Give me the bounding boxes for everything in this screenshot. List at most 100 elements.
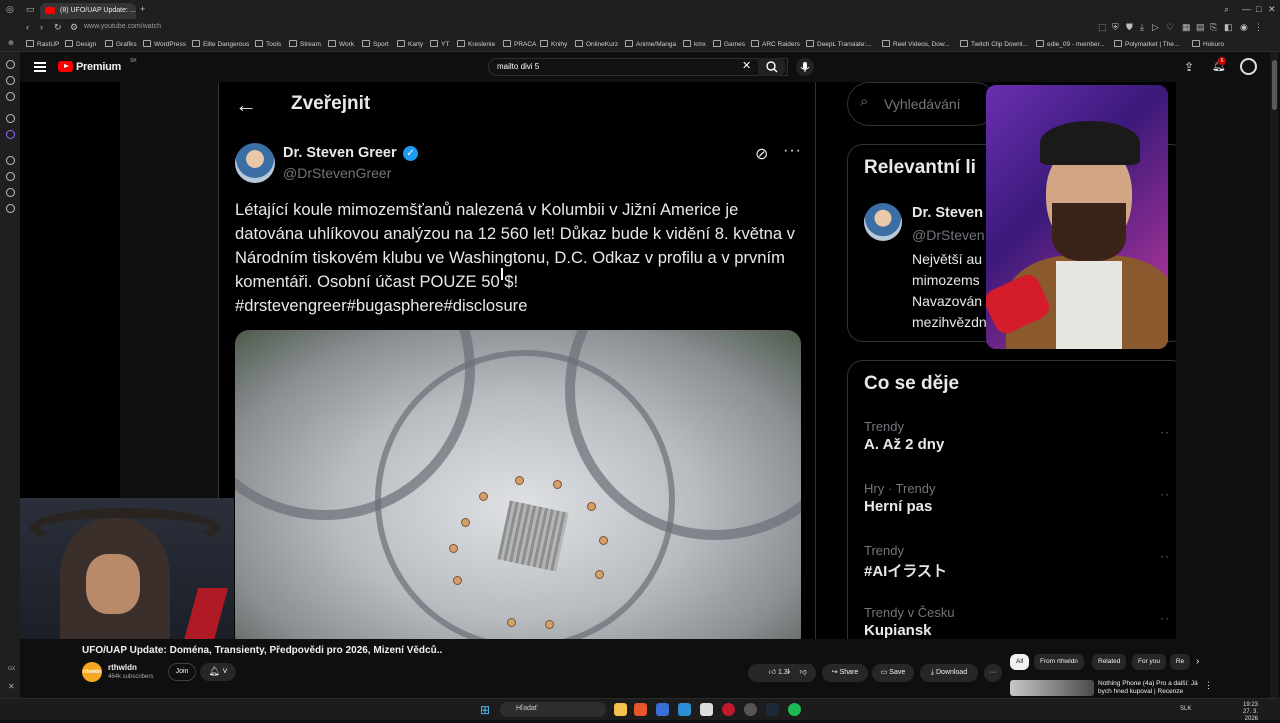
bookmark-item[interactable]: Design [65,40,96,48]
download-button[interactable]: ⤓ Download [920,664,978,682]
bookmark-item[interactable]: Grafiks [105,40,137,48]
channel-avatar[interactable]: rthwldn [82,662,102,682]
more-actions-button[interactable]: ··· [984,664,1002,682]
sidebar-app-icon[interactable] [6,76,15,85]
minimize-icon[interactable]: — [1242,5,1251,14]
youtube-logo-icon[interactable] [58,61,73,72]
channel-name[interactable]: rthwldn [108,663,137,672]
bookmark-item[interactable]: Anime/Manga [625,40,676,48]
sidebar-app-icon[interactable] [6,172,15,181]
bookmark-item[interactable]: Polymarket | The... [1114,40,1179,48]
bookmark-item[interactable]: ARC Raiders [751,40,800,48]
sidebar-app-icon[interactable] [6,60,15,69]
create-upload-icon[interactable]: ⇪ [1184,60,1194,74]
clear-search-icon[interactable]: ✕ [742,59,751,72]
browser-menu-icon[interactable]: ◎ [6,5,14,14]
extensions-icon[interactable]: ▦ [1182,23,1191,32]
app-icon[interactable] [678,703,691,716]
bookmark-item[interactable]: Tools [255,40,281,48]
bookmark-item[interactable]: Twitch Clip Downl... [960,40,1028,48]
vpn-icon[interactable]: ⛨ [1112,23,1119,32]
back-icon[interactable]: ‹ [26,23,29,32]
bookmark-item[interactable]: Sport [362,40,389,48]
bookmark-item[interactable]: Kreslenie [457,40,495,48]
bookmark-item[interactable]: edie_09 - member... [1036,40,1105,48]
bookmark-item[interactable]: Reel Videos, Dow... [882,40,950,48]
bookmark-item[interactable]: OnlineKurz [575,40,618,48]
opera-gx-icon[interactable] [722,703,735,716]
browser-tab-active[interactable]: (8) UFO/UAP Update: ... [40,3,136,19]
site-info-icon[interactable]: ⚙ [70,23,78,32]
settings-icon[interactable]: ⋮ [1254,23,1263,32]
chip-more[interactable]: Re [1170,654,1190,670]
bookmark-item[interactable]: Stream [289,40,321,48]
bookmark-item[interactable]: Elite Dangerous [192,40,249,48]
chips-next-arrow-icon[interactable]: › [1196,656,1199,667]
start-windows-icon[interactable]: ⊞ [480,703,490,717]
account-avatar[interactable] [1240,58,1257,75]
close-window-icon[interactable]: ✕ [1268,5,1276,14]
heart-icon[interactable]: ♡ [1166,23,1174,32]
bookmark-item[interactable]: Hokuro [1192,40,1224,48]
download-bar-icon[interactable]: ⤓ [1140,23,1144,32]
chip-for-you[interactable]: For you [1132,654,1167,670]
bookmark-item[interactable]: WordPress [143,40,186,48]
bookmark-item[interactable]: YT [430,40,449,48]
search-input[interactable] [497,62,747,71]
sidebar-twitch-icon[interactable] [6,130,15,139]
bookmark-item[interactable]: kmx [683,40,706,48]
share-button[interactable]: ↪ Share [822,664,868,682]
recommended-title[interactable]: Nothing Phone (4a) Pro a další: Já bych … [1098,680,1202,696]
obs-icon[interactable] [744,703,757,716]
bookmark-item[interactable]: DeepL Translate:... [806,40,872,48]
sidebar-app-icon[interactable] [6,156,15,165]
video-player[interactable]: ← Zveřejnit Dr. Steven Greer ✓ @DrSteven… [20,82,1176,639]
sidebar-app-icon[interactable] [6,92,15,101]
bookmark-item[interactable]: Work [328,40,354,48]
address-url[interactable]: www.youtube.com/watch [84,23,161,30]
page-scrollbar-thumb[interactable] [1272,60,1277,110]
app-icon[interactable] [700,703,713,716]
bookmark-item[interactable]: RastUP [26,40,59,48]
file-explorer-icon[interactable] [614,703,627,716]
search-button[interactable] [758,58,786,76]
recommended-more-icon[interactable]: ⋮ [1204,680,1213,691]
shield-icon[interactable]: ⛊ [1126,23,1133,32]
tab-overview-icon[interactable]: ▭ [26,5,35,14]
app-icon[interactable] [656,703,669,716]
sidebar-app-icon[interactable] [6,204,15,213]
bookmark-item[interactable]: Karty [397,40,423,48]
save-button[interactable]: ▭ Save [872,664,914,682]
easy-files-icon[interactable]: ▤ [1196,23,1205,32]
bookmark-item[interactable]: Knihy [540,40,567,48]
join-button[interactable]: Join [168,663,196,681]
apps-icon[interactable]: ⊕ [8,40,14,47]
spotify-icon[interactable] [788,703,801,716]
taskbar-search[interactable]: Hľadať [500,702,606,717]
subscription-bell-button[interactable]: 🔔︎ ˅ [200,663,236,681]
hamburger-menu-icon[interactable] [34,62,46,72]
extension-icon[interactable]: ⬚ [1098,23,1107,32]
chip-all[interactable]: All [1010,654,1030,670]
side-close-icon[interactable]: ✕ [8,682,15,691]
media-icon[interactable]: ▷ [1152,23,1159,32]
reload-icon[interactable]: ↻ [54,23,62,32]
maximize-icon[interactable]: □ [1256,5,1261,14]
keyboard-language[interactable]: SLK [1180,706,1191,712]
screenshot-icon[interactable]: ⎘ [1210,23,1217,32]
browser-search-tabs-icon[interactable]: ⌕ [1224,5,1229,14]
chip-from-channel[interactable]: From rthwldn [1034,654,1084,670]
brave-icon[interactable] [634,703,647,716]
sidebar-icon[interactable]: ◧ [1224,23,1233,32]
voice-search-button[interactable] [796,58,814,76]
chip-related[interactable]: Related [1092,654,1127,670]
sidebar-app-icon[interactable] [6,188,15,197]
dislike-button[interactable]: 👎︎ [790,664,816,682]
profile-icon[interactable]: ◉ [1240,23,1248,32]
steam-icon[interactable] [766,703,779,716]
youtube-brand-label[interactable]: Premium [76,61,121,73]
bookmark-item[interactable]: Games [713,40,745,48]
new-tab-icon[interactable]: + [140,5,145,14]
bookmark-item[interactable]: PRACA [503,40,536,48]
recommended-thumbnail[interactable] [1010,680,1094,696]
